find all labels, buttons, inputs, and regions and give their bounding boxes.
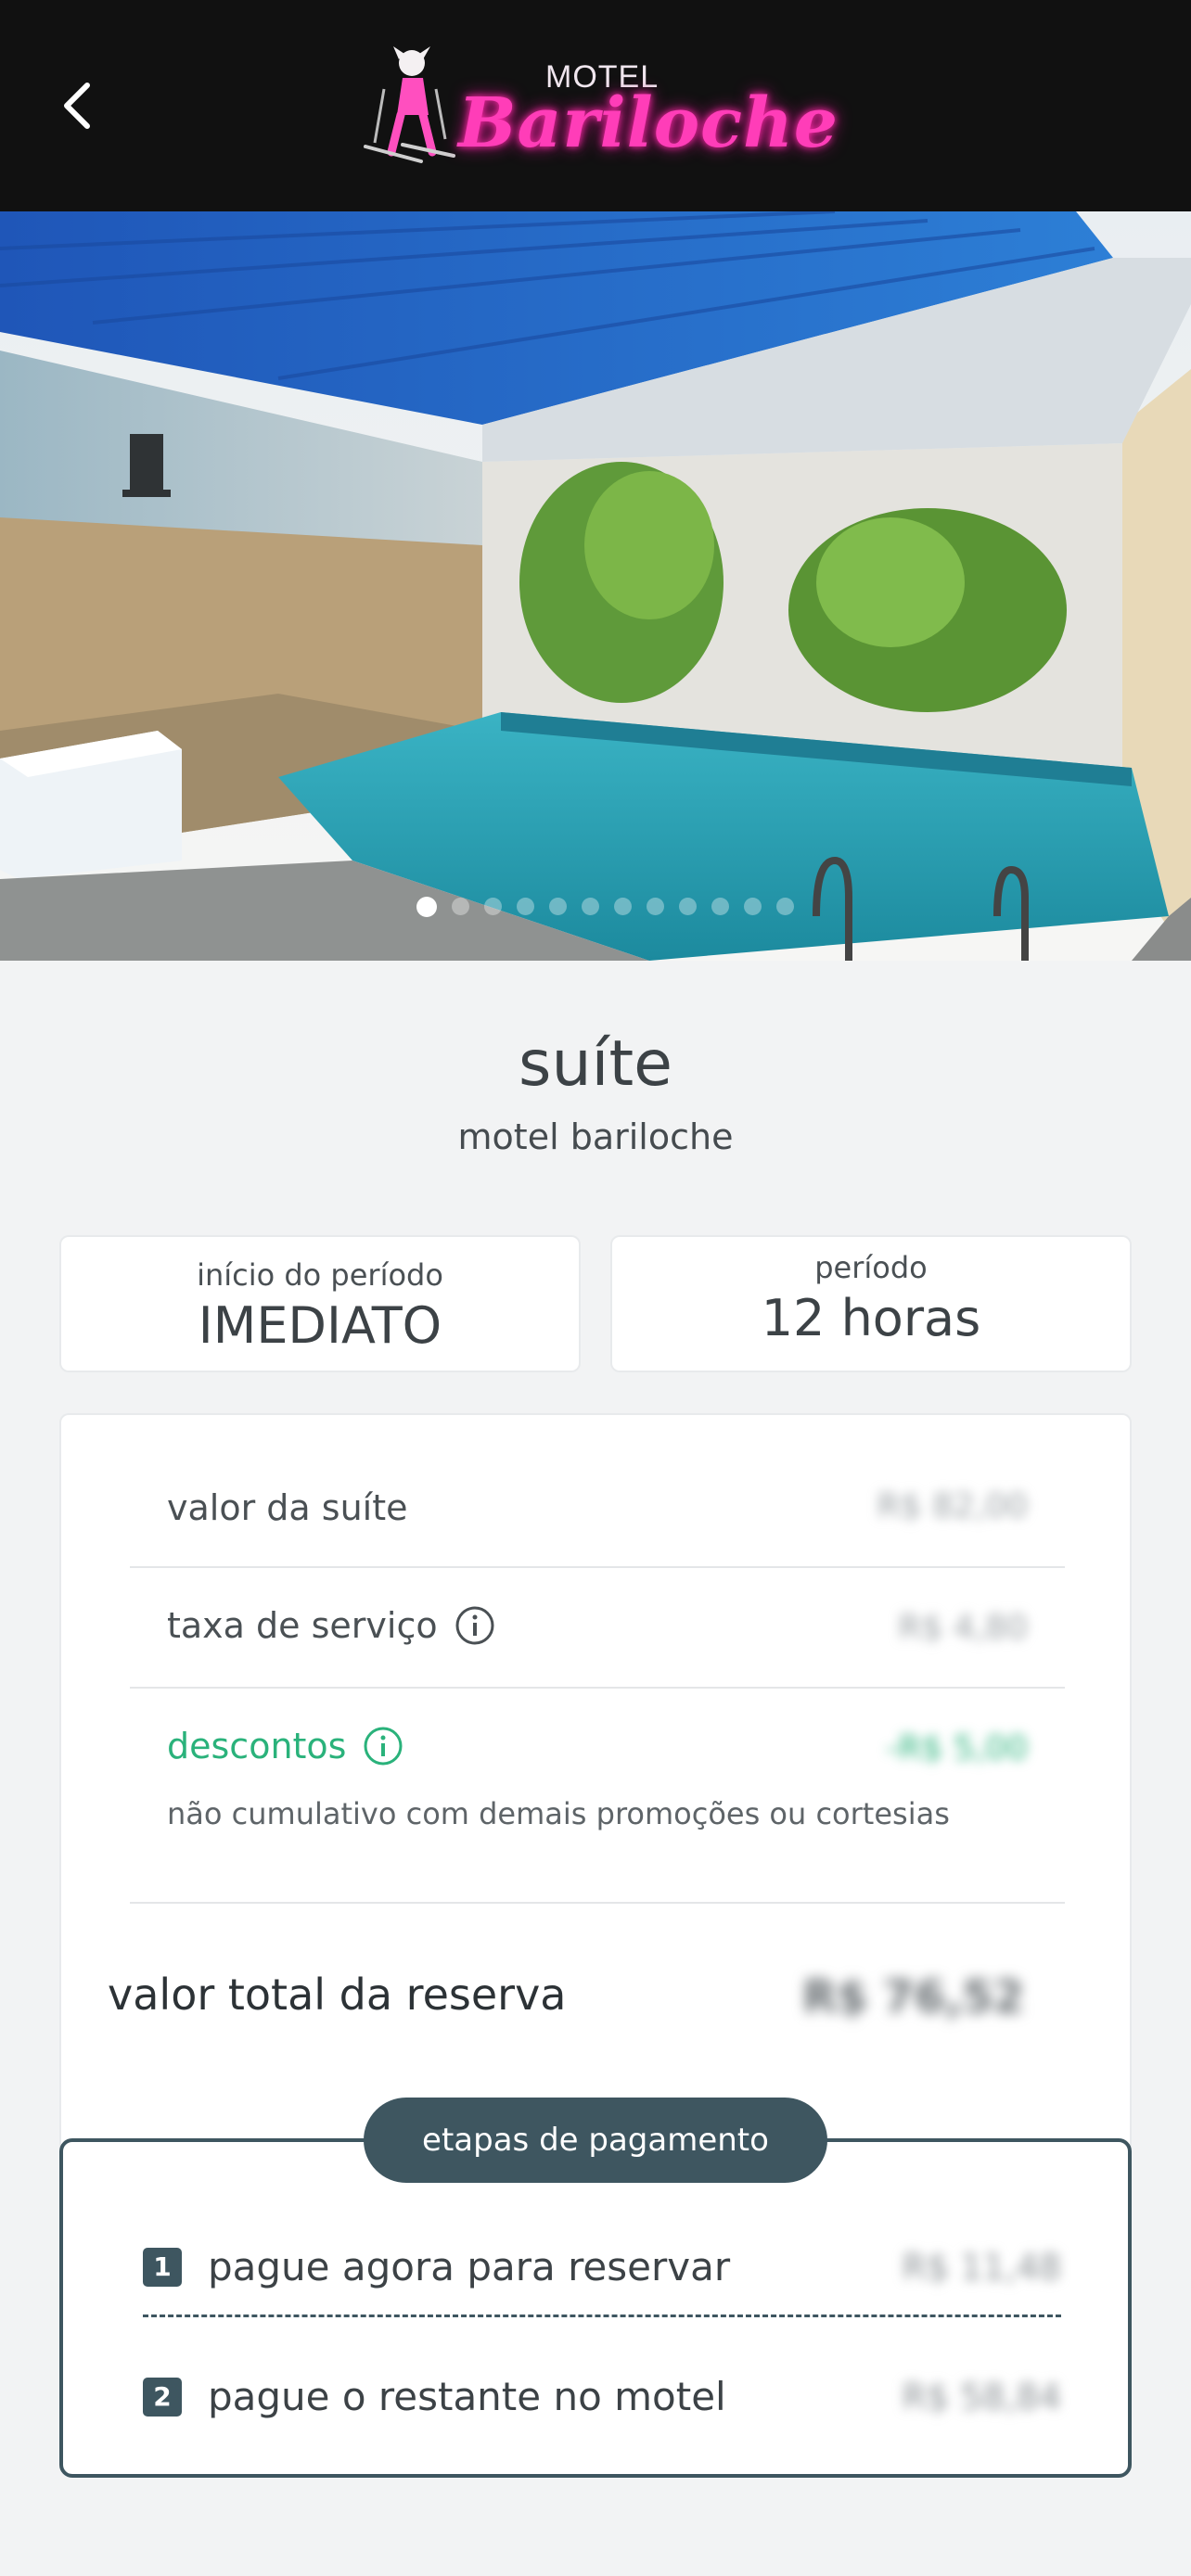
carousel-indicators [0,897,1191,917]
suite-title: suíte [519,1027,672,1101]
step-number-badge: 1 [143,2247,182,2287]
suite-value-row: valor da suíte R$ 82,00 [130,1415,1065,1568]
motel-name: motel bariloche [457,1116,734,1157]
payment-steps-box: 1 pague agora para reservar R$ 11,48 2 p… [59,2138,1132,2478]
discounts-amount: -R$ 5,00 [886,1729,1028,1767]
suite-value-amount: R$ 82,00 [877,1487,1028,1525]
service-fee-label: taxa de serviço [167,1605,438,1646]
step-number-badge: 2 [143,2377,182,2417]
price-summary-card: valor da suíte R$ 82,00 taxa de serviço … [59,1413,1132,2155]
skier-mascot-icon [364,46,455,163]
discounts-label-group: descontos [167,1726,403,1766]
payment-step-1: 1 pague agora para reservar R$ 11,48 [143,2244,1061,2289]
period-box[interactable]: período 12 horas [610,1235,1132,1372]
step-label: pague agora para reservar [208,2244,731,2289]
carousel-dot[interactable] [548,898,567,915]
carousel-dot[interactable] [581,898,599,915]
carousel-dot[interactable] [516,898,534,915]
carousel-dot[interactable] [646,898,664,915]
carousel-dot[interactable] [711,898,729,915]
discounts-row: descontos -R$ 5,00 não cumulativo com de… [130,1689,1065,1904]
carousel-dot[interactable] [451,898,469,915]
service-fee-label-group: taxa de serviço [167,1605,495,1646]
app-header: MOTEL Bariloche [0,0,1191,211]
discounts-note: não cumulativo com demais promoções ou c… [167,1796,950,1831]
logo-brand-text: Bariloche [458,83,839,163]
period-start-value: IMEDIATO [198,1296,442,1355]
period-value: 12 horas [761,1289,981,1347]
service-fee-row: taxa de serviço R$ 4,80 [130,1568,1065,1689]
period-start-box[interactable]: início do período IMEDIATO [59,1235,581,1372]
step-label: pague o restante no motel [208,2374,726,2419]
carousel-dot[interactable] [678,898,697,915]
chevron-left-icon [64,83,90,129]
suite-photo-carousel[interactable] [0,211,1191,961]
carousel-dot[interactable] [613,898,632,915]
payment-step-2: 2 pague o restante no motel R$ 58,84 [143,2374,1061,2419]
carousel-dot-active[interactable] [416,897,437,917]
suite-photo [0,211,1191,961]
motel-logo: MOTEL Bariloche [356,43,839,163]
total-amount: R$ 76,52 [802,1971,1024,2023]
back-button[interactable] [48,69,108,143]
step-amount: R$ 11,48 [902,2246,1061,2288]
info-icon[interactable] [455,1605,495,1646]
total-label: valor total da reserva [108,1970,567,2020]
period-start-label: início do período [197,1257,443,1293]
info-icon[interactable] [363,1726,403,1766]
dashed-divider [143,2315,1061,2317]
payment-steps-title: etapas de pagamento [364,2098,827,2183]
suite-value-label: valor da suíte [167,1487,408,1528]
carousel-dot[interactable] [743,898,762,915]
step-amount: R$ 58,84 [902,2376,1061,2417]
service-fee-amount: R$ 4,80 [898,1609,1028,1647]
period-label: período [814,1250,928,1285]
discounts-label: descontos [167,1726,347,1766]
carousel-dot[interactable] [483,898,502,915]
carousel-dot[interactable] [775,898,794,915]
